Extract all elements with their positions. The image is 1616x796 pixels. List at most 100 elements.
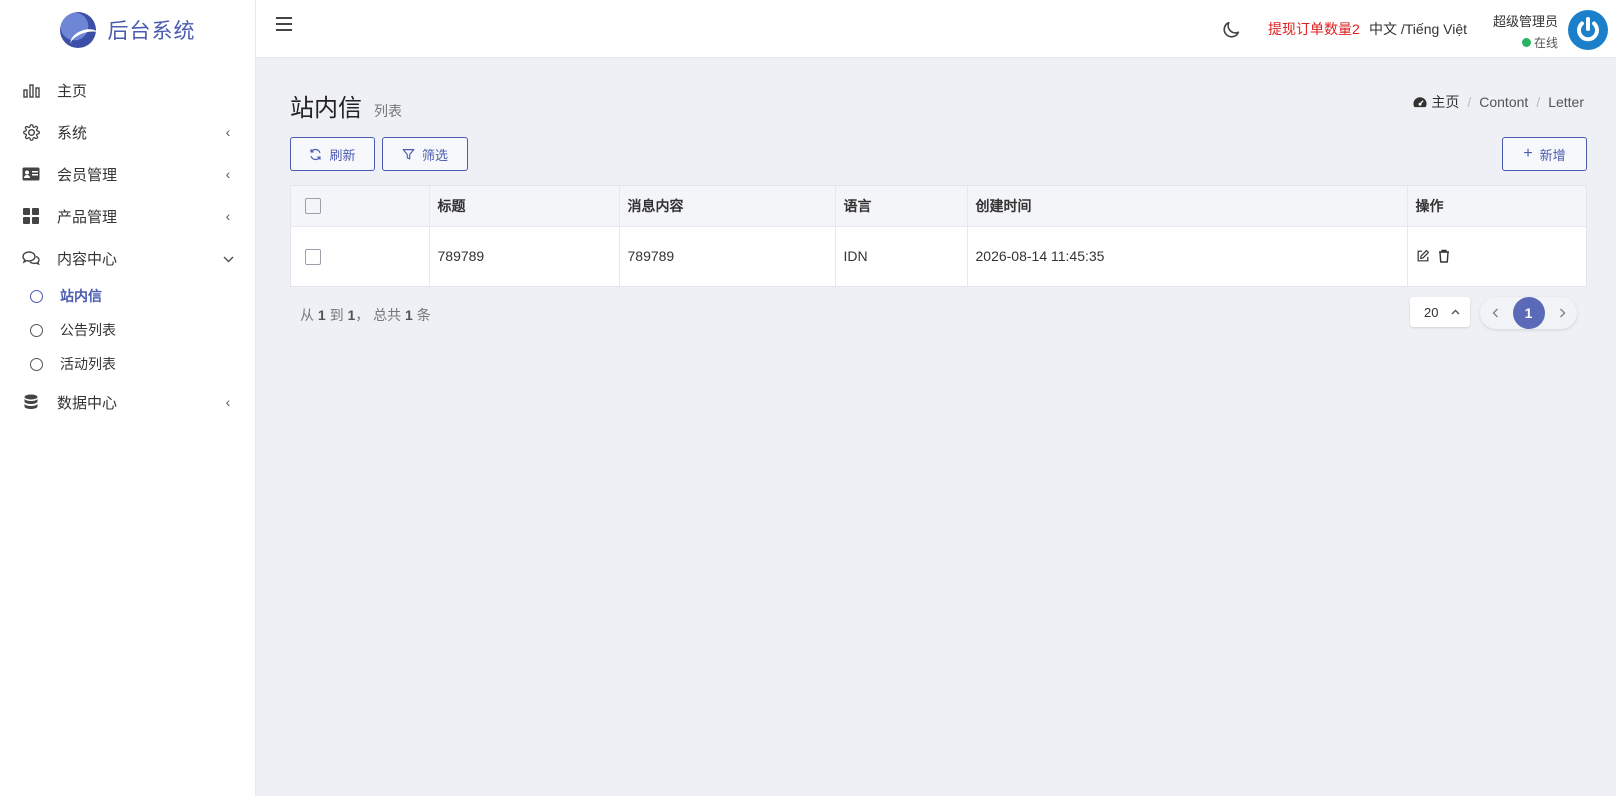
filter-button-label: 筛选 xyxy=(421,147,448,163)
breadcrumb-item[interactable]: Contont xyxy=(1479,94,1528,110)
row-checkbox[interactable] xyxy=(305,248,321,265)
sidebar-item-data[interactable]: 数据中心 ‹ xyxy=(0,381,255,423)
letters-table: 标题 消息内容 语言 创建时间 操作 789789 789789 IDN 202… xyxy=(290,185,1587,287)
user-status: 在线 xyxy=(1521,34,1558,51)
edit-icon[interactable] xyxy=(1416,249,1430,263)
sidebar-menu: 主页 系统 ‹ 会员管理 ‹ 产品管理 ‹ 内容中心 站内信 公告列表 活动列表… xyxy=(0,69,255,423)
sidebar-item-home[interactable]: 主页 xyxy=(0,69,255,111)
sidebar-item-announcements[interactable]: 公告列表 xyxy=(0,313,255,347)
sidebar-item-label: 公告列表 xyxy=(60,322,116,338)
logo-icon xyxy=(59,12,96,48)
withdraw-orders-alert[interactable]: 提现订单数量2 xyxy=(1268,19,1360,39)
prev-page-button[interactable] xyxy=(1484,302,1506,324)
moon-icon[interactable] xyxy=(1220,19,1242,41)
dashboard-icon xyxy=(1413,97,1427,108)
chevron-left-icon: ‹ xyxy=(225,208,231,224)
user-status-text: 在线 xyxy=(1533,36,1558,50)
filter-icon xyxy=(402,148,415,160)
user-info[interactable]: 超级管理员 在线 xyxy=(1484,11,1558,51)
pagination-summary: 从 1 到 1， 总共 1 条 xyxy=(300,305,431,325)
sidebar-item-label: 系统 xyxy=(57,124,88,142)
chevron-left-icon xyxy=(1491,308,1498,318)
database-icon xyxy=(22,393,40,411)
cell-language: IDN xyxy=(835,226,968,286)
brand-name: 后台系统 xyxy=(107,20,196,43)
brand[interactable]: 后台系统 xyxy=(0,0,255,60)
page-number-current[interactable]: 1 xyxy=(1512,297,1545,329)
refresh-button[interactable]: 刷新 xyxy=(290,137,375,171)
sidebar-item-system[interactable]: 系统 ‹ xyxy=(0,111,255,153)
refresh-button-label: 刷新 xyxy=(329,147,356,163)
power-icon xyxy=(1577,17,1599,42)
sidebar-item-label: 会员管理 xyxy=(57,166,118,184)
breadcrumb-separator: / xyxy=(1536,94,1541,110)
pager-total: 1 xyxy=(405,307,413,323)
add-button[interactable]: + 新增 xyxy=(1502,137,1587,171)
menu-toggle-icon[interactable] xyxy=(276,17,292,31)
column-header-created[interactable]: 创建时间 xyxy=(967,186,1408,227)
bar-chart-icon xyxy=(22,81,40,99)
id-card-icon xyxy=(22,165,40,183)
table-header-row: 标题 消息内容 语言 创建时间 操作 xyxy=(291,186,1586,227)
chevron-up-icon xyxy=(1451,309,1460,315)
sidebar-item-label: 活动列表 xyxy=(60,356,116,372)
select-all-checkbox[interactable] xyxy=(305,198,321,215)
sidebar-item-content[interactable]: 内容中心 xyxy=(0,237,255,279)
circle-icon xyxy=(30,357,43,371)
table-row: 789789 789789 IDN 2026-08-14 11:45:35 xyxy=(291,226,1586,286)
chevron-left-icon: ‹ xyxy=(225,124,231,140)
page-title: 站内信 xyxy=(290,95,362,122)
avatar[interactable] xyxy=(1568,10,1608,50)
breadcrumb-separator: / xyxy=(1467,94,1472,110)
sidebar-item-label: 站内信 xyxy=(60,288,102,304)
sidebar-item-activities[interactable]: 活动列表 xyxy=(0,347,255,381)
next-page-button[interactable] xyxy=(1551,302,1573,324)
trash-icon[interactable] xyxy=(1438,249,1450,263)
top-header: 提现订单数量2 中文 /Tiếng Việt 超级管理员 在线 xyxy=(256,0,1616,58)
column-header-content[interactable]: 消息内容 xyxy=(619,186,836,227)
breadcrumb-home[interactable]: 主页 xyxy=(1413,92,1459,112)
chevron-down-icon xyxy=(221,250,235,266)
pagination: 1 xyxy=(1480,297,1577,329)
pager-suffix: 条 xyxy=(416,307,431,323)
pager-to-label: 到 xyxy=(329,307,344,323)
refresh-icon xyxy=(310,148,322,160)
select-all-cell xyxy=(291,186,430,227)
sidebar-item-label: 产品管理 xyxy=(57,208,118,226)
circle-icon xyxy=(30,289,43,303)
breadcrumb-home-label: 主页 xyxy=(1431,94,1460,110)
gear-icon xyxy=(22,123,40,141)
chat-icon xyxy=(22,249,40,267)
sidebar-item-label: 数据中心 xyxy=(57,394,118,412)
sidebar-item-letter[interactable]: 站内信 xyxy=(0,279,255,313)
cell-created: 2026-08-14 11:45:35 xyxy=(967,226,1408,286)
sidebar: 后台系统 主页 系统 ‹ 会员管理 ‹ 产品管理 ‹ 内容中心 站内信 公告列表… xyxy=(0,0,256,796)
grid-icon xyxy=(22,207,40,225)
online-dot-icon xyxy=(1521,38,1531,47)
plus-icon: + xyxy=(1523,145,1533,162)
column-header-language[interactable]: 语言 xyxy=(835,186,968,227)
user-name: 超级管理员 xyxy=(1492,14,1558,29)
row-select-cell xyxy=(291,226,430,286)
circle-icon xyxy=(30,323,43,337)
breadcrumb-item-current: Letter xyxy=(1548,94,1584,110)
add-button-label: 新增 xyxy=(1539,147,1566,163)
chevron-left-icon: ‹ xyxy=(225,166,231,182)
pager-total-label: ， 总共 xyxy=(355,307,402,323)
sidebar-item-members[interactable]: 会员管理 ‹ xyxy=(0,153,255,195)
page-size-select[interactable]: 20 xyxy=(1410,297,1470,327)
breadcrumb: 主页 / Contont / Letter xyxy=(1413,92,1584,112)
page-subtitle: 列表 xyxy=(374,103,402,119)
content-submenu: 站内信 公告列表 活动列表 xyxy=(0,279,255,381)
filter-button[interactable]: 筛选 xyxy=(382,137,468,171)
cell-content: 789789 xyxy=(619,226,836,286)
language-switcher[interactable]: 中文 /Tiếng Việt xyxy=(1369,19,1467,39)
page-size-value: 20 xyxy=(1424,304,1439,320)
sidebar-item-products[interactable]: 产品管理 ‹ xyxy=(0,195,255,237)
page-heading: 站内信 列表 xyxy=(290,88,402,123)
cell-title: 789789 xyxy=(429,226,620,286)
sidebar-item-label: 主页 xyxy=(57,82,88,100)
sidebar-item-label: 内容中心 xyxy=(57,250,118,268)
column-header-title[interactable]: 标题 xyxy=(429,186,620,227)
cell-actions xyxy=(1407,226,1586,286)
